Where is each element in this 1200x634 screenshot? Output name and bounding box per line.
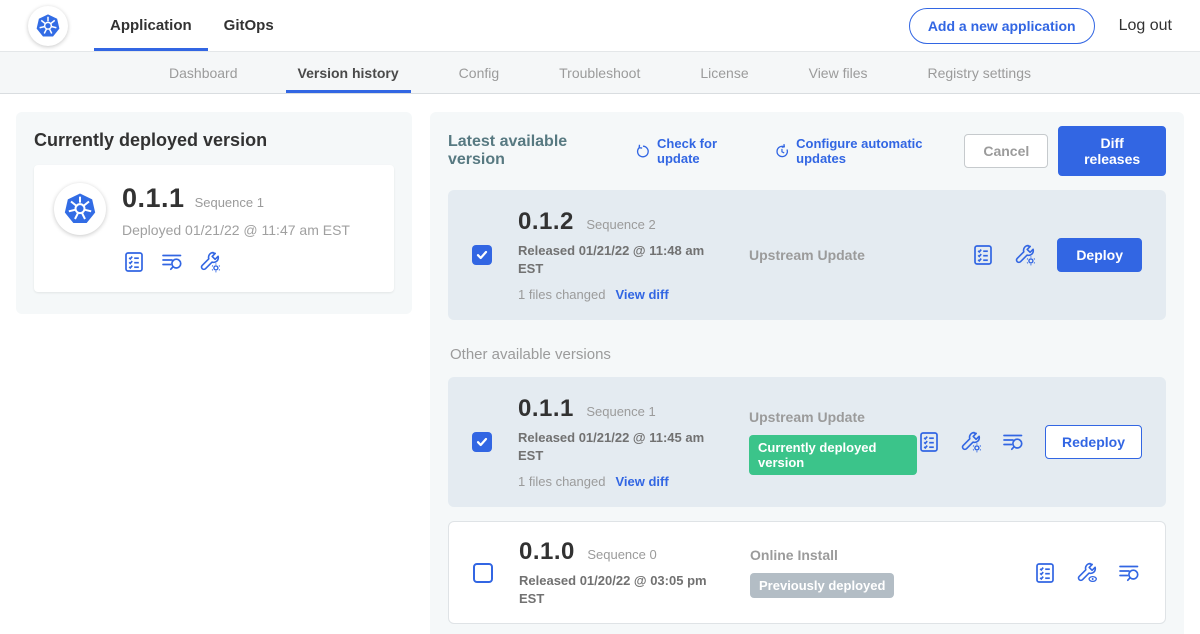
edit-config-icon[interactable] (1013, 243, 1037, 267)
subnav-registry-settings[interactable]: Registry settings (898, 52, 1061, 93)
other-versions-heading: Other available versions (450, 346, 1164, 363)
subnav-config[interactable]: Config (429, 52, 529, 93)
currently-deployed-panel: Currently deployed version 0.1.1 Sequenc… (16, 112, 412, 314)
preflight-checklist-icon[interactable] (971, 243, 995, 267)
latest-version-header: Latest available version Check for updat… (448, 126, 1166, 176)
preflight-checklist-icon[interactable] (917, 430, 941, 454)
version-row-icons (1033, 561, 1141, 585)
edit-config-icon[interactable] (198, 250, 222, 274)
version-checkbox[interactable] (472, 432, 492, 452)
view-logs-icon[interactable] (160, 250, 184, 274)
refresh-icon (635, 143, 651, 160)
sequence-label: Sequence 0 (587, 547, 656, 562)
preflight-checklist-icon[interactable] (1033, 561, 1057, 585)
navbar-right: Add a new application Log out (909, 0, 1172, 51)
tab-gitops[interactable]: GitOps (208, 0, 290, 51)
deployed-sequence-label: Sequence 1 (195, 195, 264, 210)
add-application-button[interactable]: Add a new application (909, 8, 1095, 44)
version-number: 0.1.0 (519, 538, 575, 565)
version-source: Upstream Update (749, 247, 971, 263)
subnav-license[interactable]: License (670, 52, 778, 93)
view-diff-link[interactable]: View diff (615, 287, 668, 302)
kubernetes-logo-icon (28, 6, 68, 46)
version-info: 0.1.2 Sequence 2 Released 01/21/22 @ 11:… (518, 208, 723, 302)
version-checkbox[interactable] (472, 245, 492, 265)
previously-deployed-badge: Previously deployed (750, 573, 894, 598)
diff-releases-button[interactable]: Diff releases (1058, 126, 1166, 176)
currently-deployed-title: Currently deployed version (34, 130, 394, 151)
admin-console: Application GitOps Add a new application… (0, 0, 1200, 634)
check-for-update-label: Check for update (657, 136, 756, 166)
released-timestamp: Released 01/20/22 @ 03:05 pm EST (519, 572, 711, 607)
source-label: Upstream Update (749, 409, 917, 425)
subnav-troubleshoot[interactable]: Troubleshoot (529, 52, 670, 93)
version-row-0-1-1: 0.1.1 Sequence 1 Released 01/21/22 @ 11:… (448, 377, 1166, 507)
deployed-version-card: 0.1.1 Sequence 1 Deployed 01/21/22 @ 11:… (34, 165, 394, 292)
redeploy-button[interactable]: Redeploy (1045, 425, 1142, 459)
checkmark-icon (476, 436, 488, 448)
view-logs-icon[interactable] (1117, 561, 1141, 585)
check-for-update-link[interactable]: Check for update (635, 136, 756, 166)
top-nav-tabs: Application GitOps (94, 0, 290, 51)
configure-auto-updates-link[interactable]: Configure automatic updates (774, 136, 964, 166)
brand-logo-wrap (28, 0, 68, 51)
deploy-button[interactable]: Deploy (1057, 238, 1142, 272)
deployed-version-details: 0.1.1 Sequence 1 Deployed 01/21/22 @ 11:… (122, 183, 350, 274)
subnav-view-files[interactable]: View files (779, 52, 898, 93)
edit-config-icon[interactable] (959, 430, 983, 454)
version-row-0-1-2: 0.1.2 Sequence 2 Released 01/21/22 @ 11:… (448, 190, 1166, 320)
configure-auto-updates-label: Configure automatic updates (796, 136, 964, 166)
preflight-checklist-icon[interactable] (122, 250, 146, 274)
source-label: Upstream Update (749, 247, 971, 263)
subnav-version-history[interactable]: Version history (268, 52, 429, 93)
files-changed-label: 1 files changed (518, 474, 605, 489)
version-number: 0.1.2 (518, 208, 574, 235)
files-changed-label: 1 files changed (518, 287, 605, 302)
version-row-0-1-0: 0.1.0 Sequence 0 Released 01/20/22 @ 03:… (448, 521, 1166, 624)
version-checkbox[interactable] (473, 563, 493, 583)
app-kubernetes-logo-icon (54, 183, 106, 235)
version-source: Online Install Previously deployed (750, 547, 1033, 598)
deployed-timestamp: Deployed 01/21/22 @ 11:47 am EST (122, 222, 350, 238)
sequence-label: Sequence 1 (586, 404, 655, 419)
version-number: 0.1.1 (518, 395, 574, 422)
view-logs-icon[interactable] (1001, 430, 1025, 454)
main-content: Currently deployed version 0.1.1 Sequenc… (0, 94, 1200, 634)
subnav-dashboard[interactable]: Dashboard (139, 52, 268, 93)
released-timestamp: Released 01/21/22 @ 11:48 am EST (518, 242, 710, 277)
checkmark-icon (476, 249, 488, 261)
version-info: 0.1.1 Sequence 1 Released 01/21/22 @ 11:… (518, 395, 723, 489)
deployed-version-number: 0.1.1 (122, 183, 185, 214)
view-config-icon[interactable] (1075, 561, 1099, 585)
source-label: Online Install (750, 547, 1033, 563)
tab-application[interactable]: Application (94, 0, 208, 51)
cancel-button[interactable]: Cancel (964, 134, 1048, 168)
latest-version-heading: Latest available version (448, 133, 617, 169)
logout-link[interactable]: Log out (1119, 17, 1172, 35)
version-row-icons (971, 243, 1037, 267)
auto-update-clock-icon (774, 143, 790, 160)
sequence-label: Sequence 2 (586, 217, 655, 232)
version-row-icons (917, 430, 1025, 454)
view-diff-link[interactable]: View diff (615, 474, 668, 489)
version-info: 0.1.0 Sequence 0 Released 01/20/22 @ 03:… (519, 538, 724, 607)
app-subnav: Dashboard Version history Config Trouble… (0, 52, 1200, 94)
released-timestamp: Released 01/21/22 @ 11:45 am EST (518, 429, 710, 464)
currently-deployed-badge: Currently deployed version (749, 435, 917, 475)
version-source: Upstream Update Currently deployed versi… (749, 409, 917, 475)
version-history-panel: Latest available version Check for updat… (430, 112, 1184, 634)
top-navbar: Application GitOps Add a new application… (0, 0, 1200, 52)
